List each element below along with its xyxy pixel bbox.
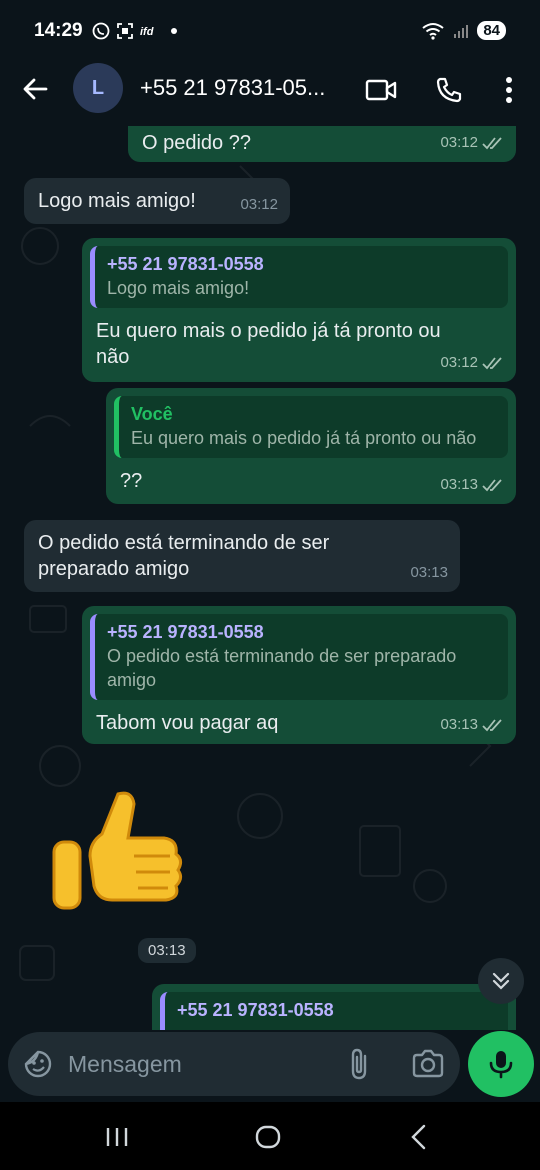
video-camera-icon	[365, 79, 397, 101]
voice-record-button[interactable]	[468, 1031, 534, 1097]
message-bubble-incoming[interactable]: Logo mais amigo! 03:12	[24, 178, 290, 224]
message-text: O pedido ??	[142, 132, 251, 154]
message-input[interactable]: Mensagem	[68, 1051, 182, 1078]
ifood-icon: ifd	[140, 26, 154, 38]
dot-icon	[171, 28, 177, 34]
quote-text: Eu quero mais o pedido já tá pronto ou n…	[131, 428, 477, 448]
more-options-button[interactable]	[493, 74, 525, 106]
message-composer: Mensagem	[0, 1030, 540, 1102]
reply-quote[interactable]: +55 21 97831-0558 Logo mais amigo!	[90, 246, 508, 308]
camera-icon[interactable]	[411, 1049, 445, 1079]
whatsapp-icon	[92, 22, 110, 40]
scroll-to-bottom-button[interactable]	[478, 958, 524, 1004]
sticker-time: 03:13	[138, 938, 196, 963]
double-chevron-down-icon	[492, 972, 510, 990]
notification-icons: ifd	[92, 22, 178, 40]
video-call-button[interactable]	[365, 74, 397, 106]
scan-icon	[117, 23, 133, 39]
contact-name[interactable]: +55 21 97831-05...	[140, 75, 350, 101]
message-time: 03:12	[440, 354, 478, 371]
phone-icon	[436, 77, 462, 103]
message-time: 03:12	[240, 196, 278, 213]
read-ticks-icon	[482, 137, 502, 150]
message-bubble-outgoing[interactable]: +55 21 97831-0558	[152, 984, 516, 1030]
quote-text: Logo mais amigo!	[107, 278, 250, 298]
back-arrow-icon[interactable]	[20, 74, 50, 104]
message-bubble-outgoing[interactable]: +55 21 97831-0558 O pedido está terminan…	[82, 606, 516, 744]
message-time: 03:13	[440, 476, 478, 493]
quote-author: +55 21 97831-0558	[107, 254, 264, 274]
message-bubble-incoming[interactable]: O pedido está terminando de ser preparad…	[24, 520, 460, 592]
message-bubble-outgoing[interactable]: +55 21 97831-0558 Logo mais amigo! Eu qu…	[82, 238, 516, 382]
thumbs-up-sticker[interactable]	[48, 786, 188, 926]
kebab-menu-icon	[506, 77, 512, 103]
quote-author: +55 21 97831-0558	[177, 1000, 334, 1020]
svg-text:ifd: ifd	[140, 26, 154, 38]
message-text: O pedido está terminando de ser preparad…	[38, 532, 330, 580]
message-time: 03:13	[440, 716, 478, 733]
chat-area[interactable]: O pedido ?? 03:12 Logo mais amigo! 03:12…	[0, 126, 540, 1030]
nav-back-icon[interactable]	[404, 1122, 434, 1152]
reply-quote[interactable]: +55 21 97831-0558	[160, 992, 508, 1030]
signal-icon	[454, 24, 469, 38]
message-bubble-outgoing[interactable]: O pedido ?? 03:12	[128, 126, 516, 162]
recent-apps-icon[interactable]	[102, 1122, 132, 1152]
read-ticks-icon	[482, 479, 502, 492]
system-nav-bar	[0, 1102, 540, 1170]
home-icon[interactable]	[253, 1122, 283, 1152]
status-bar: 14:29 ifd 84	[0, 0, 540, 60]
sticker-emoji-icon[interactable]	[22, 1048, 54, 1080]
message-text: Eu quero mais o pedido já tá pronto ou n…	[96, 320, 441, 368]
read-ticks-icon	[482, 719, 502, 732]
wifi-icon	[422, 22, 444, 40]
microphone-icon	[489, 1051, 513, 1079]
quote-author: +55 21 97831-0558	[107, 622, 264, 642]
message-text: Logo mais amigo!	[38, 190, 196, 212]
reply-quote[interactable]: +55 21 97831-0558 O pedido está terminan…	[90, 614, 508, 700]
quote-author: Você	[131, 404, 173, 424]
avatar[interactable]: L	[73, 63, 123, 113]
message-input-container[interactable]: Mensagem	[8, 1032, 460, 1096]
attach-clip-icon[interactable]	[345, 1047, 375, 1081]
message-time: 03:13	[410, 564, 448, 581]
status-time: 14:29	[34, 20, 83, 41]
battery-level: 84	[477, 21, 506, 40]
message-time: 03:12	[440, 134, 478, 151]
message-bubble-outgoing[interactable]: Você Eu quero mais o pedido já tá pronto…	[106, 388, 516, 504]
quote-text: O pedido está terminando de ser preparad…	[107, 646, 457, 690]
read-ticks-icon	[482, 357, 502, 370]
reply-quote[interactable]: Você Eu quero mais o pedido já tá pronto…	[114, 396, 508, 458]
voice-call-button[interactable]	[433, 74, 465, 106]
chat-header: L +55 21 97831-05...	[0, 60, 540, 126]
